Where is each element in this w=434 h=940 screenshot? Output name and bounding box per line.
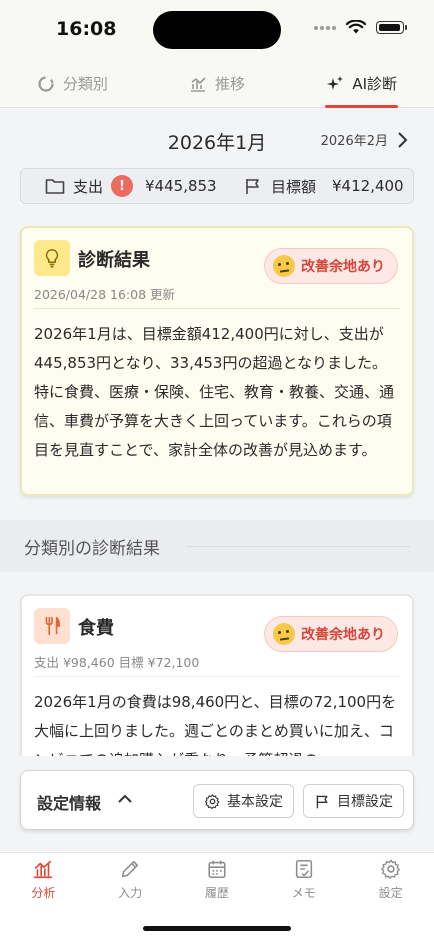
analysis-tabs: 分類別 推移 AI診断: [0, 60, 434, 108]
nav-input[interactable]: 入力: [87, 853, 174, 906]
bottom-navigation: 分析 入力 履歴 メモ 設定: [0, 852, 434, 906]
section-header: 分類別の診断結果: [0, 520, 434, 572]
nav-memo[interactable]: メモ: [260, 853, 347, 906]
section-title: 分類別の診断結果: [24, 539, 160, 559]
trend-chart-icon: [191, 76, 206, 92]
target-settings-label: 目標設定: [337, 794, 393, 810]
dynamic-island: [153, 11, 281, 49]
budget-summary: 支出 ! ¥445,853 目標額 ¥412,400: [20, 168, 414, 204]
settings-label[interactable]: 設定情報: [37, 790, 101, 814]
status-icons: [314, 20, 407, 35]
pencil-icon: [122, 860, 139, 878]
status-bar: 16:08: [0, 0, 434, 60]
nav-analysis-label: 分析: [31, 886, 56, 900]
expense-summary: 支出 ! ¥445,853: [45, 175, 217, 197]
target-summary: 目標額 ¥412,400: [243, 176, 404, 197]
folder-icon: [45, 179, 65, 194]
memo-icon: [295, 859, 312, 879]
status-badge: 改善余地あり: [264, 616, 398, 652]
nav-analysis[interactable]: 分析: [0, 853, 87, 906]
settings-panel: 設定情報 基本設定 目標設定: [0, 756, 434, 852]
flag-icon: [246, 179, 259, 194]
diagnosis-updated: 2026/04/28 16:08 更新: [34, 287, 176, 302]
home-area: [0, 906, 434, 940]
category-title: 食費: [78, 618, 114, 639]
nav-history-label: 履歴: [204, 886, 229, 900]
next-month-label: 2026年2月: [320, 134, 388, 149]
category-body: 2026年1月の食費は98,460円と、目標の72,100円を大幅に上回りました…: [34, 693, 397, 756]
lightbulb-icon: [34, 240, 70, 276]
thinking-face-icon: [273, 623, 295, 645]
chevron-right-icon: [398, 131, 408, 148]
main-content[interactable]: 2026年1月 2026年2月 支出 ! ¥445,853 目標額 ¥412,4…: [0, 108, 434, 756]
tab-trend[interactable]: 推移: [145, 60, 290, 107]
diagnosis-card: 診断結果 改善余地あり 2026/04/28 16:08 更新 2026年1月は…: [20, 226, 414, 496]
nav-settings-label: 設定: [378, 886, 403, 900]
status-time: 16:08: [56, 18, 117, 40]
expense-value: ¥445,853: [145, 177, 217, 195]
chart-icon: [34, 860, 53, 879]
basic-settings-label: 基本設定: [227, 794, 283, 810]
settings-info-box: 設定情報 基本設定 目標設定: [20, 770, 414, 830]
status-badge-label: 改善余地あり: [301, 259, 385, 275]
home-indicator[interactable]: [143, 926, 291, 931]
category-card-food[interactable]: 食費 改善余地あり 支出 ¥98,460 目標 ¥72,100 2026年1月の…: [20, 594, 414, 756]
alert-icon: !: [111, 175, 134, 197]
target-label: 目標額: [271, 177, 317, 196]
target-settings-button[interactable]: 目標設定: [303, 784, 404, 818]
fork-knife-icon: [34, 608, 70, 644]
tab-category-label: 分類別: [62, 75, 108, 93]
category-amounts: 支出 ¥98,460 目標 ¥72,100: [34, 655, 200, 670]
divider: [34, 676, 400, 677]
tab-category[interactable]: 分類別: [0, 60, 145, 107]
basic-settings-button[interactable]: 基本設定: [193, 784, 294, 818]
gear-icon: [204, 793, 220, 809]
diagnosis-title: 診断結果: [78, 250, 150, 271]
nav-memo-label: メモ: [291, 886, 316, 900]
nav-history[interactable]: 履歴: [174, 853, 261, 906]
status-badge-label: 改善余地あり: [301, 627, 385, 643]
target-value: ¥412,400: [332, 177, 404, 195]
next-month-button[interactable]: 2026年2月: [321, 130, 408, 149]
wifi-icon: [346, 20, 366, 34]
divider: [34, 308, 400, 309]
flag-icon: [316, 795, 328, 808]
calendar-icon: [208, 860, 226, 879]
thinking-face-icon: [273, 255, 295, 277]
tab-ai-diagnosis-label: AI診断: [352, 75, 398, 93]
signal-icon: [314, 25, 336, 30]
nav-settings[interactable]: 設定: [347, 853, 434, 906]
month-selector: 2026年1月 2026年2月: [0, 126, 434, 156]
gear-icon: [380, 859, 400, 879]
tab-trend-label: 推移: [215, 75, 246, 93]
chevron-up-icon[interactable]: [117, 791, 133, 807]
donut-icon: [38, 75, 54, 92]
status-badge: 改善余地あり: [264, 248, 398, 284]
diagnosis-body: 2026年1月は、目標金額412,400円に対し、支出が445,853円となり、…: [34, 325, 395, 459]
divider: [186, 546, 410, 547]
tab-ai-diagnosis[interactable]: AI診断: [289, 60, 434, 108]
expense-label: 支出: [73, 177, 104, 196]
sparkle-icon: [327, 75, 344, 90]
battery-icon: [376, 21, 407, 34]
nav-input-label: 入力: [118, 886, 143, 900]
